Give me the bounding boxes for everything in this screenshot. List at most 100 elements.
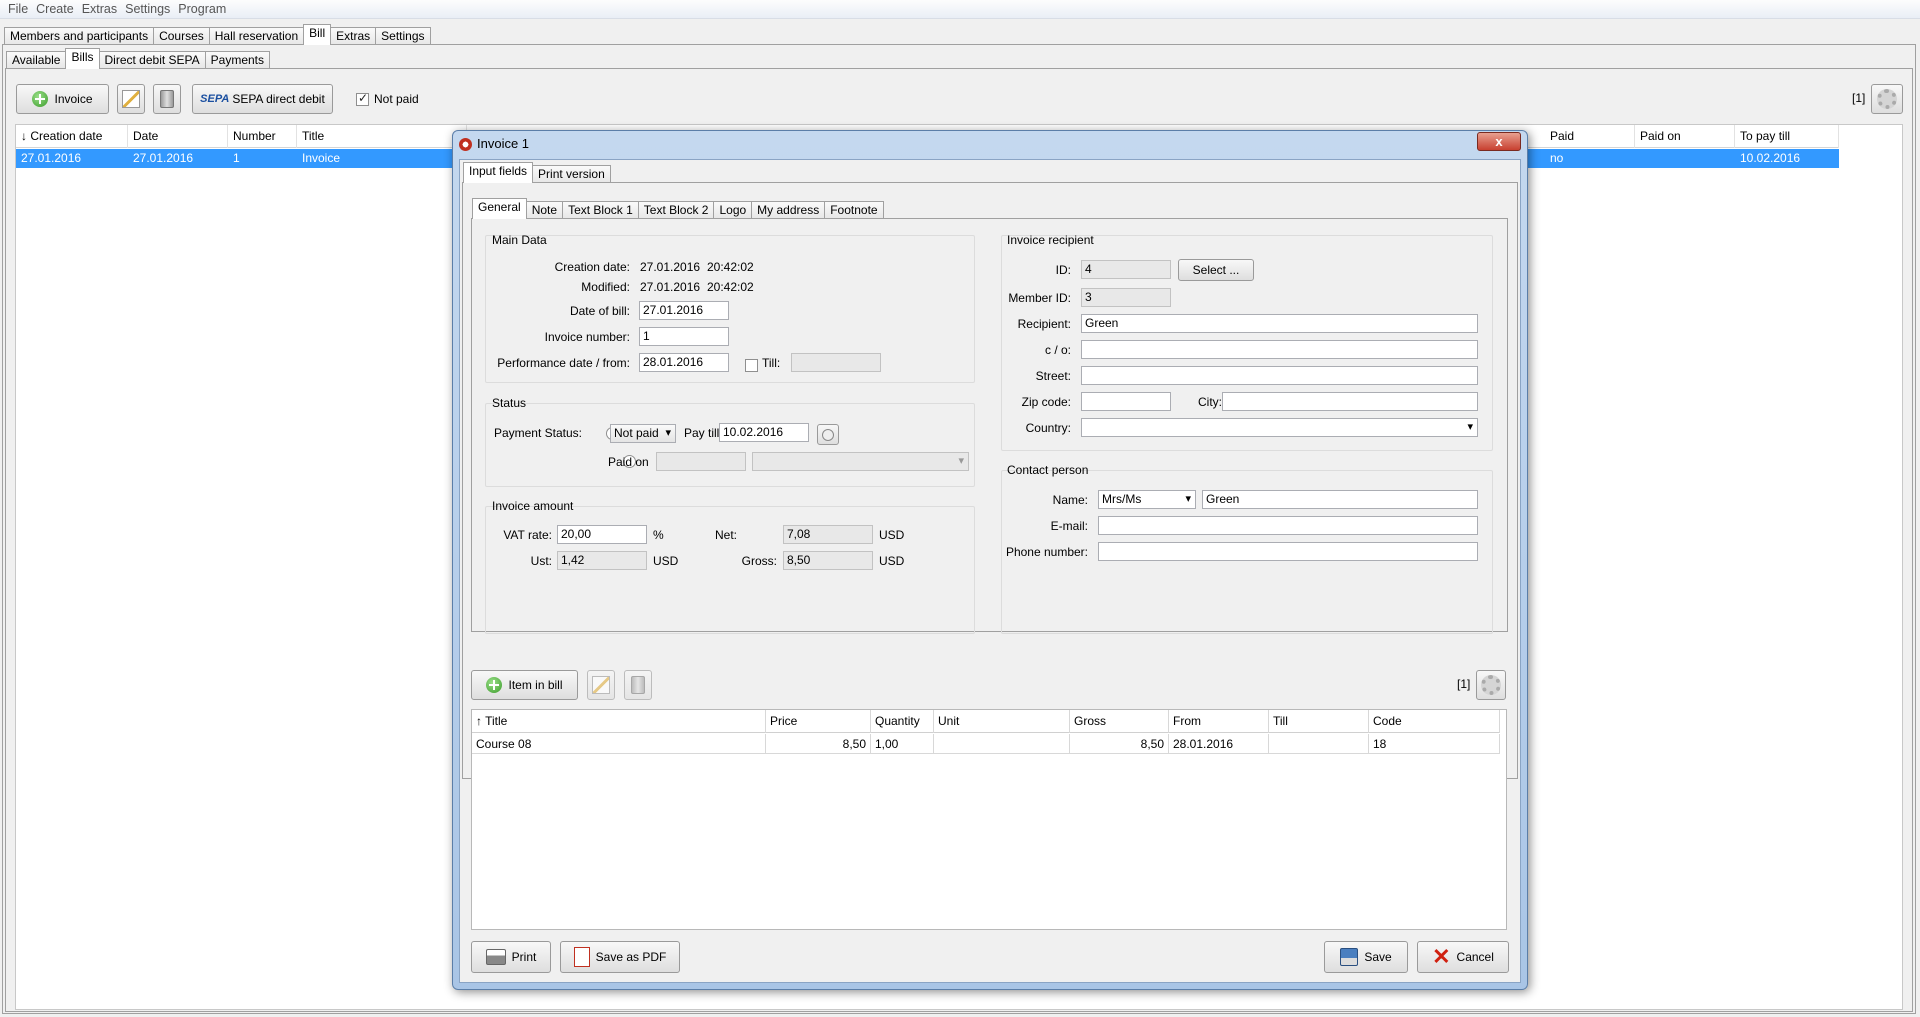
tab-logo[interactable]: Logo <box>713 201 753 219</box>
city-input[interactable] <box>1222 392 1478 411</box>
col-number[interactable]: Number <box>228 125 297 148</box>
sepa-logo-icon: SEPA <box>200 93 230 105</box>
payment-status-select[interactable]: Not paid <box>610 424 676 443</box>
delete-button[interactable] <box>153 84 181 114</box>
tab-print-version[interactable]: Print version <box>532 165 611 183</box>
id-input: 4 <box>1081 260 1171 279</box>
delete-item-button[interactable] <box>624 670 652 700</box>
not-paid-checkbox[interactable] <box>356 91 369 106</box>
menu-program[interactable]: Program <box>174 2 230 16</box>
till-input[interactable] <box>791 353 881 372</box>
select-recipient-button[interactable]: Select ... <box>1178 259 1254 281</box>
col-paid-on[interactable]: Paid on <box>1635 125 1735 148</box>
contact-name-input[interactable]: Green <box>1202 490 1478 509</box>
item-title: Course 08 <box>472 734 766 754</box>
tab-available[interactable]: Available <box>6 51 67 69</box>
tab-note[interactable]: Note <box>525 201 564 219</box>
pay-till-picker-button[interactable] <box>817 424 839 445</box>
paid-on-input[interactable] <box>656 452 746 471</box>
sub-tabs: Available Bills Direct debit SEPA Paymen… <box>6 48 271 69</box>
table-row[interactable]: Course 08 8,50 1,00 8,50 28.01.2016 18 <box>472 734 1500 754</box>
tab-footnote[interactable]: Footnote <box>824 201 884 219</box>
edit-button[interactable] <box>117 84 145 114</box>
modified-date-value: 27.01.2016 <box>640 280 701 294</box>
menu-extras[interactable]: Extras <box>78 2 121 16</box>
paid-on-method-select[interactable] <box>752 452 969 471</box>
invoice-button-label: Invoice <box>54 92 93 106</box>
save-label: Save <box>1364 950 1392 964</box>
tab-settings[interactable]: Settings <box>375 27 431 45</box>
sepa-direct-debit-button[interactable]: SEPA SEPA direct debit <box>192 84 333 114</box>
col-item-quantity[interactable]: Quantity <box>871 710 934 733</box>
col-item-code[interactable]: Code <box>1369 710 1500 733</box>
cell-paid: no <box>1550 151 1564 165</box>
print-label: Print <box>511 950 537 964</box>
tab-text-block-1[interactable]: Text Block 1 <box>562 201 639 219</box>
performance-date-input[interactable]: 28.01.2016 <box>639 353 729 372</box>
col-item-gross[interactable]: Gross <box>1070 710 1169 733</box>
zip-code-input[interactable] <box>1081 392 1171 411</box>
cancel-button[interactable]: ✕ Cancel <box>1417 941 1509 973</box>
street-input[interactable] <box>1081 366 1478 385</box>
gear-icon <box>1481 675 1501 695</box>
tab-direct-debit[interactable]: Direct debit SEPA <box>98 51 206 69</box>
country-select[interactable] <box>1081 418 1478 437</box>
dialog-outer-tabs: Input fields Print version <box>463 162 611 183</box>
pay-till-input[interactable]: 10.02.2016 <box>719 423 809 442</box>
close-button[interactable]: x <box>1477 132 1521 151</box>
calendar-icon <box>822 428 834 441</box>
not-paid-filter[interactable]: Not paid <box>356 91 419 106</box>
col-item-till[interactable]: Till <box>1269 710 1369 733</box>
net-currency: USD <box>879 528 905 542</box>
co-input[interactable] <box>1081 340 1478 359</box>
tab-input-fields[interactable]: Input fields <box>463 162 534 183</box>
col-creation-date[interactable]: ↓ Creation date <box>16 125 128 148</box>
email-input[interactable] <box>1098 516 1478 535</box>
save-button[interactable]: Save <box>1324 941 1408 973</box>
item-unit <box>934 734 1070 754</box>
dialog-body: Input fields Print version General Note … <box>459 159 1521 983</box>
tab-general[interactable]: General <box>472 198 527 219</box>
col-to-pay-till[interactable]: To pay till <box>1735 125 1839 148</box>
tab-bill[interactable]: Bill <box>303 24 332 45</box>
col-title[interactable]: Title <box>297 125 467 148</box>
col-item-unit[interactable]: Unit <box>934 710 1070 733</box>
print-button[interactable]: Print <box>471 941 551 973</box>
item-till <box>1269 734 1369 754</box>
items-settings-button[interactable] <box>1476 670 1506 700</box>
phone-input[interactable] <box>1098 542 1478 561</box>
bills-count: [1] <box>1852 91 1866 105</box>
new-invoice-button[interactable]: Invoice <box>16 84 109 114</box>
tab-members[interactable]: Members and participants <box>4 27 155 45</box>
table-settings-button[interactable] <box>1871 84 1903 114</box>
tab-bills[interactable]: Bills <box>65 48 100 69</box>
add-item-button[interactable]: Item in bill <box>471 670 578 700</box>
menu-settings[interactable]: Settings <box>121 2 174 16</box>
col-item-price[interactable]: Price <box>766 710 871 733</box>
invoice-number-input[interactable]: 1 <box>639 327 729 346</box>
tab-my-address[interactable]: My address <box>751 201 826 219</box>
tab-text-block-2[interactable]: Text Block 2 <box>637 201 715 219</box>
tab-extras[interactable]: Extras <box>330 27 377 45</box>
menu-create[interactable]: Create <box>32 2 78 16</box>
item-from: 28.01.2016 <box>1169 734 1269 754</box>
save-as-pdf-button[interactable]: Save as PDF <box>560 941 680 973</box>
edit-item-button[interactable] <box>587 670 615 700</box>
tab-hall-reservation[interactable]: Hall reservation <box>208 27 305 45</box>
till-checkbox[interactable] <box>745 359 758 373</box>
invoice-amount-title: Invoice amount <box>492 499 574 513</box>
recipient-input[interactable]: Green <box>1081 314 1478 333</box>
salutation-select[interactable]: Mrs/Ms <box>1098 490 1196 509</box>
col-item-title[interactable]: ↑ Title <box>472 710 766 733</box>
tab-payments[interactable]: Payments <box>204 51 271 69</box>
col-paid[interactable]: Paid <box>1545 125 1635 148</box>
vat-rate-input[interactable]: 20,00 <box>557 525 647 544</box>
date-of-bill-input[interactable]: 27.01.2016 <box>639 301 729 320</box>
tab-courses[interactable]: Courses <box>153 27 210 45</box>
app-icon <box>459 137 472 151</box>
invoice-dialog: Invoice 1 x Input fields Print version G… <box>452 130 1528 990</box>
menu-file[interactable]: File <box>4 2 32 16</box>
col-item-from[interactable]: From <box>1169 710 1269 733</box>
col-date[interactable]: Date <box>128 125 228 148</box>
member-id-label: Member ID: <box>1008 291 1071 305</box>
